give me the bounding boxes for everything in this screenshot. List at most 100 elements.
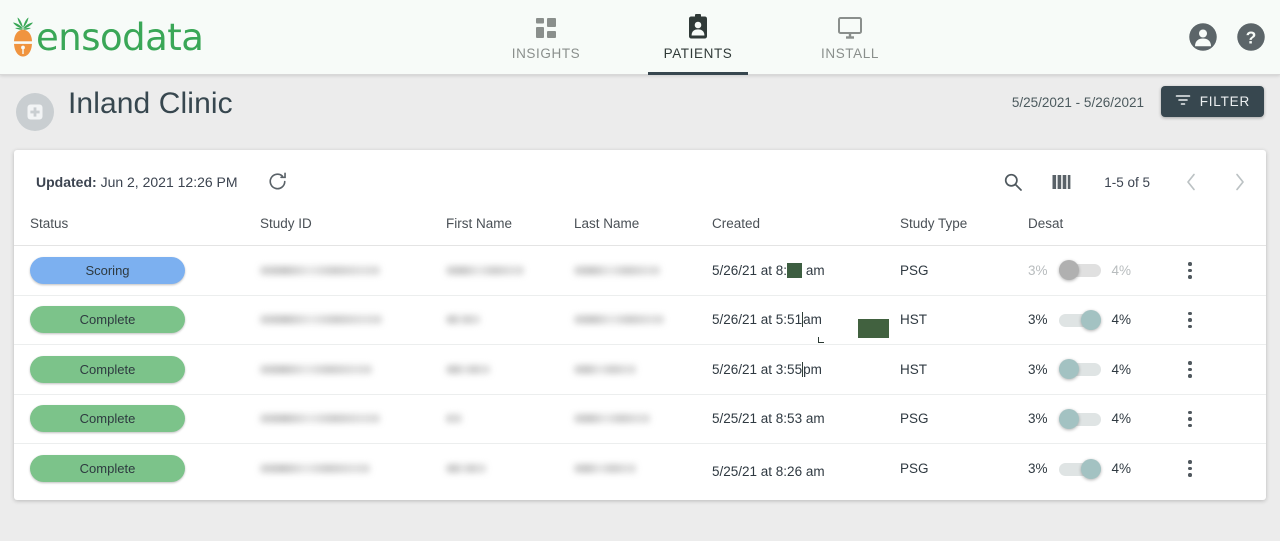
desat-high-label: 4% (1111, 361, 1132, 377)
desat-toggle[interactable] (1058, 309, 1101, 330)
active-tab-indicator (648, 72, 748, 75)
tab-install[interactable]: INSTALL (774, 0, 926, 75)
cell-study-type: PSG (900, 461, 929, 476)
studies-table: Status Study ID First Name Last Name Cre… (14, 216, 1266, 493)
updated-label: Updated: (36, 174, 97, 190)
account-circle-icon[interactable] (1188, 22, 1218, 52)
desat-toggle[interactable] (1058, 260, 1101, 281)
pagination-label: 1-5 of 5 (1104, 174, 1150, 190)
redacted-value (574, 364, 636, 374)
filter-button-label: FILTER (1199, 94, 1250, 109)
pineapple-logo-icon (8, 16, 38, 58)
cell-actions (1188, 345, 1266, 395)
text-selection-block (858, 319, 889, 338)
cell-study-type: PSG (900, 262, 929, 278)
status-badge[interactable]: Complete (30, 355, 185, 383)
help-circle-icon[interactable]: ? (1236, 22, 1266, 52)
cell-study-type: HST (900, 312, 927, 328)
tab-patients[interactable]: PATIENTS (622, 0, 774, 75)
cell-desat: 3% 4% (1028, 246, 1188, 296)
updated-value: Jun 2, 2021 12:26 PM (100, 174, 238, 190)
cell-created: 5/25/21 at 8:53 am (712, 394, 900, 444)
table-row[interactable]: Scoring 5/26/21 at 8:21 am PSG 3% 4% (14, 246, 1266, 296)
column-header-last-name[interactable]: Last Name (574, 216, 712, 246)
more-vertical-icon[interactable] (1188, 410, 1192, 427)
status-badge[interactable]: Complete (30, 405, 185, 433)
table-body: Scoring 5/26/21 at 8:21 am PSG 3% 4% Complete… (14, 246, 1266, 494)
cell-status: Scoring (14, 246, 260, 296)
cell-actions (1188, 295, 1266, 345)
redacted-value (574, 464, 636, 473)
table-row[interactable]: Complete 5/25/21 at 8:26 am PSG 3% 4% (14, 444, 1266, 494)
toggle-knob (1080, 458, 1101, 479)
redacted-value (260, 265, 380, 275)
cell-status: Complete (14, 295, 260, 345)
cell-last-name (574, 345, 712, 395)
desat-low-label: 3% (1028, 312, 1048, 328)
cell-created: 5/25/21 at 8:26 am (712, 444, 900, 494)
filter-button[interactable]: FILTER (1160, 86, 1264, 117)
tab-insights[interactable]: INSIGHTS (470, 0, 622, 75)
column-header-study-type[interactable]: Study Type (900, 216, 1028, 246)
dashboard-grid-icon (534, 14, 558, 40)
cell-study-id (260, 295, 446, 345)
column-header-study-id[interactable]: Study ID (260, 216, 446, 246)
cell-study-id (260, 394, 446, 444)
redacted-value (446, 315, 480, 325)
cell-first-name (446, 444, 574, 494)
redacted-value (260, 414, 380, 424)
cell-status: Complete (14, 345, 260, 395)
columns-icon[interactable] (1048, 169, 1074, 195)
desat-toggle[interactable] (1058, 458, 1101, 479)
more-vertical-icon[interactable] (1188, 311, 1192, 328)
cell-last-name (574, 444, 712, 494)
clinic-building-icon (16, 93, 54, 131)
cell-first-name (446, 345, 574, 395)
toggle-knob (1058, 260, 1079, 281)
cell-desat: 3% 4% (1028, 295, 1188, 345)
status-badge[interactable]: Complete (30, 455, 185, 482)
page-header: Inland Clinic 5/25/2021 - 5/26/2021 FILT… (0, 75, 1280, 135)
toggle-knob (1080, 309, 1101, 330)
desat-high-label: 4% (1111, 411, 1132, 427)
updated-timestamp: Updated: Jun 2, 2021 12:26 PM (36, 174, 238, 190)
table-tools: 1-5 of 5 (1000, 169, 1252, 195)
created-value: 5/26/21 at 3:55pm (712, 361, 822, 377)
cell-last-name (574, 394, 712, 444)
redacted-value (446, 414, 462, 424)
column-header-status[interactable]: Status (14, 216, 260, 246)
table-row[interactable]: Complete 5/26/21 at 3:55pm HST 3% 4% (14, 345, 1266, 395)
cell-actions (1188, 394, 1266, 444)
cell-desat: 3% 4% (1028, 444, 1188, 494)
studies-card: Updated: Jun 2, 2021 12:26 PM 1-5 of 5 S… (14, 150, 1266, 500)
tab-insights-label: INSIGHTS (511, 46, 581, 61)
table-row[interactable]: Complete 5/26/21 at 5:51am HST 3% 4% (14, 295, 1266, 345)
desat-high-label: 4% (1111, 461, 1132, 476)
brand-logo[interactable]: ensodata (8, 14, 204, 60)
chevron-left-icon[interactable] (1178, 169, 1204, 195)
cell-study-id (260, 444, 446, 494)
top-navigation-bar: ensodata INSIGHTS PATIENTS INSTALL ? (0, 0, 1280, 75)
redacted-value (574, 414, 650, 424)
refresh-icon[interactable] (267, 171, 288, 197)
desat-toggle[interactable] (1058, 359, 1101, 380)
created-value: 5/26/21 at 8:21 am (712, 262, 825, 278)
column-header-first-name[interactable]: First Name (446, 216, 574, 246)
chevron-right-icon[interactable] (1226, 169, 1252, 195)
filter-funnel-icon (1175, 93, 1191, 110)
status-badge[interactable]: Complete (30, 306, 185, 334)
table-row[interactable]: Complete 5/25/21 at 8:53 am PSG 3% 4% (14, 394, 1266, 444)
column-header-created[interactable]: Created (712, 216, 900, 246)
toggle-knob (1058, 408, 1079, 429)
top-right-actions: ? (1188, 22, 1266, 52)
more-vertical-icon[interactable] (1188, 262, 1192, 279)
desat-toggle[interactable] (1058, 408, 1101, 429)
search-icon[interactable] (1000, 169, 1026, 195)
cell-last-name (574, 295, 712, 345)
column-header-desat[interactable]: Desat (1028, 216, 1188, 246)
more-vertical-icon[interactable] (1188, 460, 1192, 477)
text-caret (802, 312, 804, 328)
status-badge[interactable]: Scoring (30, 256, 185, 284)
more-vertical-icon[interactable] (1188, 361, 1192, 378)
selected-text: 21 (787, 262, 803, 278)
